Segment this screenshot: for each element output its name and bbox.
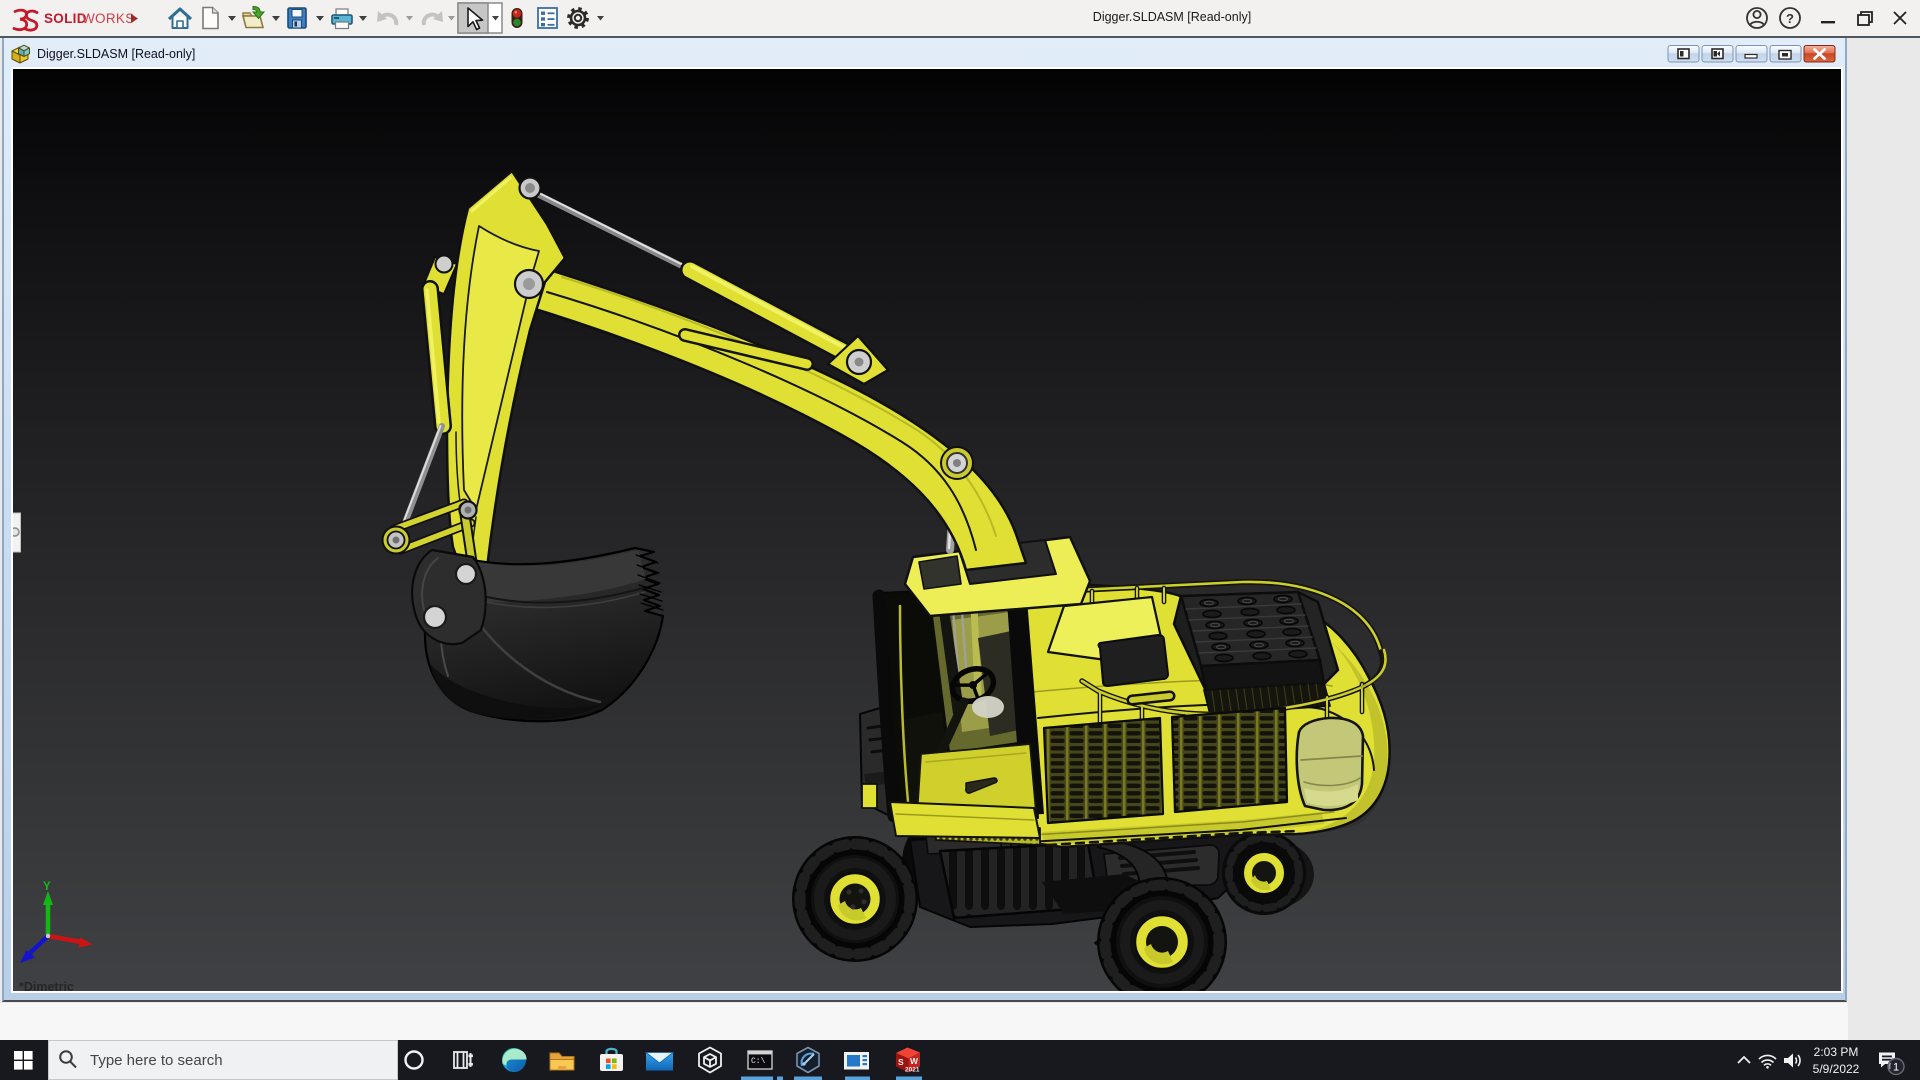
- svg-text:C:\: C:\: [751, 1057, 766, 1066]
- svg-text:?: ?: [1786, 11, 1794, 26]
- svg-text:1: 1: [1893, 1062, 1899, 1074]
- svg-text:W: W: [910, 1056, 919, 1066]
- svg-text:WORKS: WORKS: [82, 11, 135, 26]
- svg-text:Y: Y: [43, 881, 51, 893]
- svg-text:S: S: [898, 1057, 904, 1067]
- svg-text:*Dimetric: *Dimetric: [19, 980, 74, 991]
- svg-text:2021: 2021: [905, 1067, 920, 1074]
- svg-text:SOLID: SOLID: [44, 11, 87, 26]
